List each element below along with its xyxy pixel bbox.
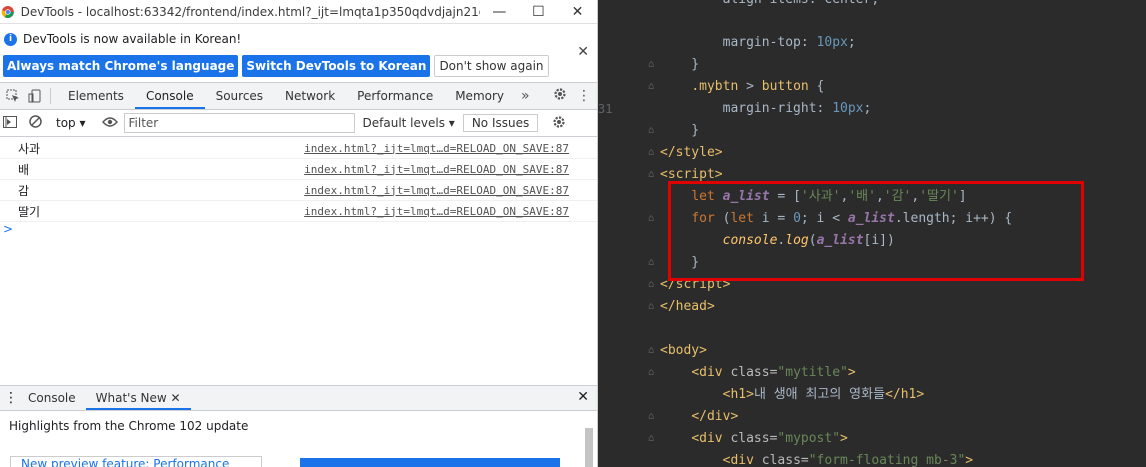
code-line: <body> <box>660 343 707 358</box>
fold-marker[interactable]: ⌂ <box>648 296 658 318</box>
dont-show-button[interactable]: Don't show again <box>434 55 549 77</box>
language-infobar: i DevTools is now available in Korean! ✕… <box>0 24 597 83</box>
switch-korean-button[interactable]: Switch DevTools to Korean <box>242 55 431 77</box>
devtools-drawer: ⋮ Console What's New ✕ ✕ Highlights from… <box>0 385 597 467</box>
whats-new-heading: Highlights from the Chrome 102 update <box>9 419 249 433</box>
log-source-link[interactable]: index.html?_ijt=lmqt…d=RELOAD_ON_SAVE:87 <box>304 205 569 218</box>
console-filterbar: top ▾ Filter Default levels ▾ No Issues <box>0 110 597 137</box>
fold-marker[interactable]: ⌂ <box>648 428 658 450</box>
log-source-link[interactable]: index.html?_ijt=lmqt…d=RELOAD_ON_SAVE:87 <box>304 142 569 155</box>
close-window-button[interactable]: ✕ <box>558 4 597 20</box>
code-line: align-items: center; <box>723 0 880 7</box>
code-line: </head> <box>660 299 715 314</box>
fold-marker[interactable]: ⌂ <box>648 142 658 164</box>
log-levels-label: Default levels <box>362 116 445 130</box>
log-levels-select[interactable]: Default levels ▾ <box>363 116 455 130</box>
log-source-link[interactable]: index.html?_ijt=lmqt…d=RELOAD_ON_SAVE:87 <box>304 163 569 176</box>
fold-marker[interactable]: ⌂ <box>648 406 658 428</box>
fold-marker[interactable]: ⌂ <box>648 252 658 274</box>
drawer-tab-whats-new[interactable]: What's New ✕ <box>85 386 191 410</box>
tab-elements[interactable]: Elements <box>57 83 135 109</box>
red-highlight-box <box>668 181 1084 281</box>
toolbar-divider <box>50 88 51 104</box>
chrome-icon <box>1 5 14 18</box>
issues-button[interactable]: No Issues <box>462 114 539 132</box>
code-line: <div class="mypost"> <box>691 431 848 446</box>
code-line: <div class="mytitle"> <box>691 365 856 380</box>
tab-console[interactable]: Console <box>134 83 205 109</box>
fold-marker[interactable]: ⌂ <box>648 164 658 186</box>
close-icon[interactable]: ✕ <box>577 44 589 60</box>
inspect-element-icon[interactable] <box>4 87 22 105</box>
fold-marker[interactable]: ⌂ <box>648 76 658 98</box>
console-log-row: 감 index.html?_ijt=lmqt…d=RELOAD_ON_SAVE:… <box>0 180 597 201</box>
kebab-menu-icon[interactable]: ⋮ <box>577 88 591 104</box>
code-line: <h1>내 생애 최고의 영화들</h1> <box>722 387 925 402</box>
close-drawer-icon[interactable]: ✕ <box>577 389 589 405</box>
scrollbar[interactable] <box>585 428 593 467</box>
code-line: .mybtn > button { <box>691 79 825 94</box>
devtools-tabbar: Elements Console Sources Network Perform… <box>0 83 597 110</box>
code-line: </div> <box>691 409 739 424</box>
console-log-row: 사과 index.html?_ijt=lmqt…d=RELOAD_ON_SAVE… <box>0 138 597 159</box>
match-language-button[interactable]: Always match Chrome's language <box>3 55 239 77</box>
tab-performance[interactable]: Performance <box>346 83 444 109</box>
drawer-tab-console[interactable]: Console <box>18 386 86 410</box>
infobar-message: DevTools is now available in Korean! <box>23 32 242 46</box>
log-message: 사과 <box>18 141 41 156</box>
filter-input[interactable]: Filter <box>123 113 355 133</box>
console-settings-gear-icon[interactable] <box>552 115 566 132</box>
sidebar-toggle-icon[interactable] <box>3 115 17 131</box>
code-line: </style> <box>660 145 723 160</box>
console-log-row: 배 index.html?_ijt=lmqt…d=RELOAD_ON_SAVE:… <box>0 159 597 180</box>
device-toolbar-icon[interactable] <box>26 87 44 105</box>
fold-marker[interactable]: ⌂ <box>648 54 658 76</box>
console-output: 사과 index.html?_ijt=lmqt…d=RELOAD_ON_SAVE… <box>0 138 597 236</box>
code-line: } <box>660 57 700 72</box>
console-log-row: 딸기 index.html?_ijt=lmqt…d=RELOAD_ON_SAVE… <box>0 201 597 222</box>
settings-gear-icon[interactable] <box>553 87 567 104</box>
log-message: 딸기 <box>18 204 41 219</box>
code-line: <div class="form-floating mb-3"> <box>722 453 974 467</box>
line-number: 31 <box>598 102 613 116</box>
title-bar: DevTools - localhost:63342/frontend/inde… <box>0 0 597 24</box>
maximize-button[interactable]: ☐ <box>519 4 558 20</box>
console-prompt[interactable]: > <box>3 222 597 236</box>
minimize-button[interactable]: — <box>480 4 519 20</box>
code-editor: align-items: center; margin-top: 10px; ⌂… <box>598 0 1146 467</box>
context-select-label: top <box>56 116 76 130</box>
code-line: } <box>660 123 700 138</box>
fold-marker[interactable]: ⌂ <box>648 120 658 142</box>
promo-image <box>300 458 560 467</box>
code-line: margin-right: 10px; <box>660 101 872 116</box>
fold-marker[interactable]: ⌂ <box>648 362 658 384</box>
more-tabs-button[interactable]: » <box>515 88 536 104</box>
log-message: 감 <box>18 183 30 198</box>
log-source-link[interactable]: index.html?_ijt=lmqt…d=RELOAD_ON_SAVE:87 <box>304 184 569 197</box>
devtools-window: DevTools - localhost:63342/frontend/inde… <box>0 0 598 467</box>
window-title: DevTools - localhost:63342/frontend/inde… <box>20 4 480 19</box>
info-icon: i <box>4 32 17 46</box>
eye-icon[interactable] <box>101 116 118 130</box>
fold-marker[interactable]: ⌂ <box>648 208 658 230</box>
tab-network[interactable]: Network <box>274 83 346 109</box>
log-message: 배 <box>18 162 30 177</box>
fold-marker[interactable]: ⌂ <box>648 274 658 296</box>
fold-marker[interactable]: ⌂ <box>648 340 658 362</box>
context-select[interactable]: top ▾ <box>56 116 86 130</box>
drawer-menu-icon[interactable]: ⋮ <box>4 390 18 406</box>
drawer-tab-label: What's New <box>95 391 167 405</box>
clear-console-icon[interactable] <box>29 115 42 131</box>
tab-memory[interactable]: Memory <box>444 83 515 109</box>
tab-close-icon[interactable]: ✕ <box>171 391 181 405</box>
tab-sources[interactable]: Sources <box>205 83 274 109</box>
feature-link[interactable]: New preview feature: Performance <box>10 456 262 467</box>
code-line: margin-top: 10px; <box>660 35 856 50</box>
